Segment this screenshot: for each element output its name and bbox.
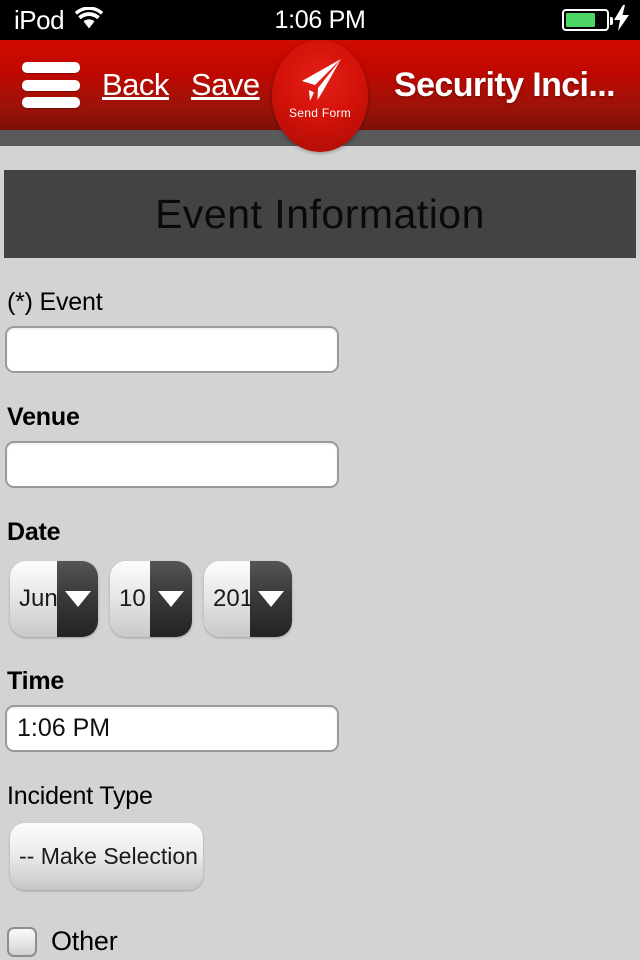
battery-fill — [566, 13, 596, 27]
paper-plane-icon — [296, 56, 344, 104]
date-year-dropdown[interactable]: 2016 — [204, 561, 292, 637]
send-form-button[interactable]: Send Form — [272, 40, 368, 152]
incident-type-value: -- Make Selection -- — [10, 823, 203, 890]
save-button[interactable]: Save — [191, 67, 260, 103]
caret-down-icon — [150, 561, 192, 637]
page-title: Security Inci... — [394, 65, 616, 104]
other-label: Other — [51, 926, 118, 956]
incident-type-dropdown[interactable]: -- Make Selection -- — [10, 823, 203, 890]
date-year-value: 2016 — [204, 561, 250, 637]
field-venue: Venue — [0, 403, 640, 488]
lightning-bolt-icon — [613, 4, 630, 36]
status-bar-right — [562, 0, 630, 40]
field-other-checkbox[interactable]: Other — [7, 926, 640, 957]
event-input[interactable] — [5, 326, 339, 373]
status-bar-clock: 1:06 PM — [274, 5, 366, 34]
back-button[interactable]: Back — [102, 67, 169, 103]
date-label: Date — [7, 518, 61, 546]
navigation-bar: Back Save Send Form Security Inci... — [0, 40, 640, 152]
caret-down-icon — [57, 561, 98, 637]
checkbox-unchecked-icon[interactable] — [7, 926, 37, 957]
time-label: Time — [7, 667, 65, 695]
section-header-event-information: Event Information — [4, 170, 636, 258]
status-bar: iPod 1:06 PM — [0, 0, 640, 40]
field-date: Date Jun 10 2016 — [0, 518, 640, 637]
date-month-dropdown[interactable]: Jun — [10, 561, 98, 637]
event-label: (*) Event — [7, 288, 103, 316]
hamburger-menu-icon[interactable] — [22, 62, 80, 108]
date-day-value: 10 — [110, 561, 150, 637]
caret-down-icon — [250, 561, 292, 637]
send-form-label: Send Form — [288, 106, 352, 120]
hamburger-bar — [22, 79, 80, 91]
battery-icon — [562, 9, 613, 31]
venue-label: Venue — [7, 403, 80, 431]
hamburger-bar — [22, 97, 80, 108]
time-input[interactable]: 1:06 PM — [5, 705, 339, 752]
date-selectors: Jun 10 2016 — [5, 561, 635, 637]
field-time: Time 1:06 PM — [0, 667, 640, 752]
venue-input[interactable] — [5, 441, 339, 488]
section-header-label: Event Information — [155, 190, 485, 237]
date-month-value: Jun — [10, 561, 57, 637]
hamburger-bar — [22, 62, 80, 73]
field-incident-type: Incident Type -- Make Selection -- — [0, 782, 640, 890]
incident-type-label: Incident Type — [7, 782, 153, 810]
form-content: Event Information (*) Event Venue Date J… — [0, 146, 640, 960]
field-event: (*) Event — [0, 288, 640, 373]
date-day-dropdown[interactable]: 10 — [110, 561, 192, 637]
